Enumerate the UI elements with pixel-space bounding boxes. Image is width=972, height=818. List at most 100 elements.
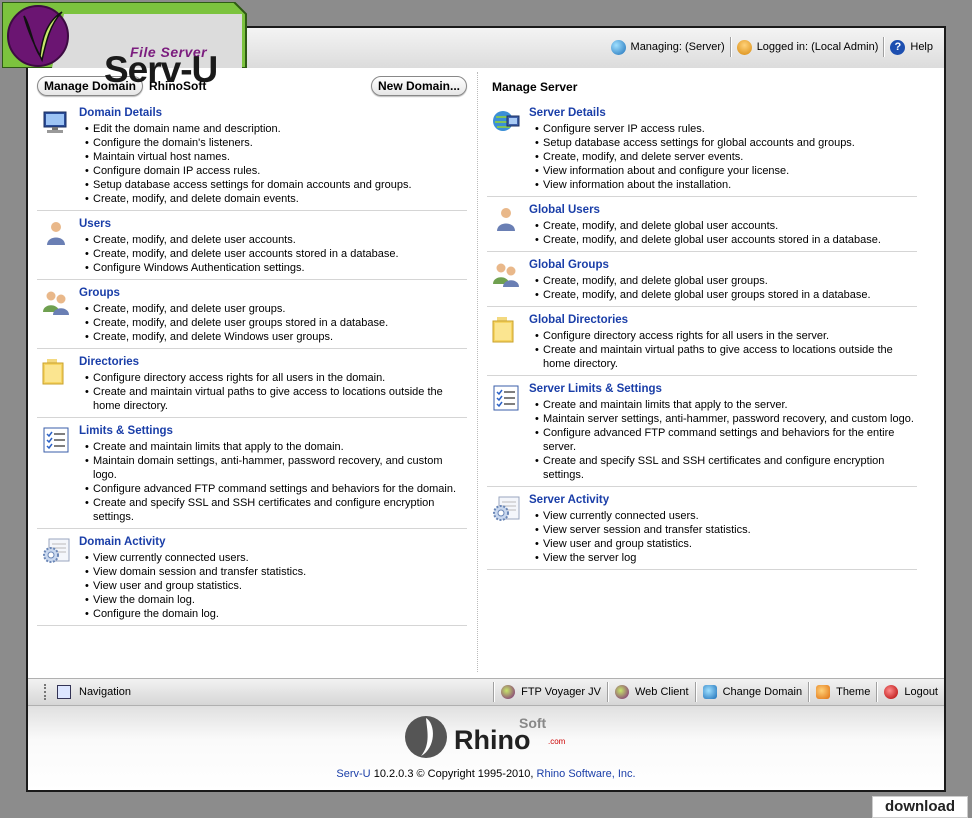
logged-in-link[interactable]: Logged in: (Local Admin) (732, 39, 884, 55)
section-bullet-item: Create, modify, and delete user groups s… (85, 316, 467, 330)
theme-icon (816, 685, 831, 699)
section-bullet-item: View the server log (535, 551, 917, 565)
section-bullet-item: Create, modify, and delete Windows user … (85, 330, 467, 344)
managing-label: Managing: (Server) (630, 41, 725, 53)
section-title-link[interactable]: Global Directories (529, 313, 917, 327)
copyright-text: 10.2.0.3 © Copyright 1995-2010, (370, 768, 537, 780)
gear-icon[interactable] (41, 537, 71, 565)
user-icon[interactable] (41, 219, 71, 247)
section-bullet-item: Configure server IP access rules. (535, 122, 917, 136)
section-server-limits-and-settings: Server Limits & Settings Create and maint… (487, 376, 917, 487)
section-bullet-item: Configure domain IP access rules. (85, 164, 467, 178)
section-title-link[interactable]: Directories (79, 355, 467, 369)
globe-icon (610, 39, 626, 55)
logout-link[interactable]: Logout (878, 685, 944, 699)
checklist-icon[interactable] (41, 426, 71, 454)
section-title-link[interactable]: Global Users (529, 203, 917, 217)
section-bullet-item: Configure advanced FTP command settings … (85, 482, 467, 496)
checklist-icon[interactable] (491, 384, 521, 412)
section-bullet-item: View information about and configure you… (535, 164, 917, 178)
section-bullet-list: Create, modify, and delete user accounts… (79, 233, 467, 275)
section-bullet-item: Configure directory access rights for al… (535, 329, 917, 343)
section-bullet-item: View server session and transfer statist… (535, 523, 917, 537)
section-title-link[interactable]: Users (79, 217, 467, 231)
domain-sections: Domain Details Edit the domain name and d… (37, 100, 467, 626)
download-watermark: download (872, 796, 968, 818)
web-client-label: Web Client (634, 686, 689, 698)
manage-server-column: Manage Server Server Details Configure se… (487, 68, 917, 570)
section-bullet-item: View user and group statistics. (85, 579, 467, 593)
new-domain-button[interactable]: New Domain... (370, 76, 467, 96)
section-title-link[interactable]: Server Details (529, 106, 917, 120)
section-server-activity: Server Activity View currently connected … (487, 487, 917, 570)
section-bullet-item: Edit the domain name and description. (85, 122, 467, 136)
power-icon (884, 685, 899, 699)
section-bullet-list: Create and maintain limits that apply to… (79, 440, 467, 524)
ftp-voyager-icon (501, 685, 516, 699)
change-domain-icon (702, 685, 717, 699)
folder-icon[interactable] (491, 315, 521, 343)
section-bullet-item: Create and maintain limits that apply to… (535, 398, 917, 412)
section-bullet-item: View currently connected users. (535, 509, 917, 523)
section-bullet-list: Create, modify, and delete user groups.C… (79, 302, 467, 344)
app-window: Managing: (Server) Logged in: (Local Adm… (2, 2, 946, 792)
folder-icon[interactable] (41, 357, 71, 385)
section-domain-activity: Domain Activity View currently connected … (37, 529, 467, 626)
section-domain-details: Domain Details Edit the domain name and d… (37, 100, 467, 211)
section-title-link[interactable]: Server Limits & Settings (529, 382, 917, 396)
section-title-link[interactable]: Global Groups (529, 258, 917, 272)
footer: Rhino Soft .com Serv-U 10.2.0.3 © Copyri… (28, 706, 944, 790)
section-bullet-item: View currently connected users. (85, 551, 467, 565)
section-global-users: Global Users Create, modify, and delete g… (487, 197, 917, 252)
section-bullet-list: Create, modify, and delete global user a… (529, 219, 917, 247)
navigation-toggle[interactable]: Navigation (28, 684, 493, 700)
navigation-bar: Navigation FTP Voyager JV Web Client Cha… (28, 678, 944, 706)
main-content: Manage Domain RhinoSoft New Domain... Do… (28, 68, 944, 678)
group-icon[interactable] (41, 288, 71, 316)
web-client-link[interactable]: Web Client (609, 685, 695, 699)
column-divider (477, 72, 478, 672)
user-icon[interactable] (491, 205, 521, 233)
theme-link[interactable]: Theme (810, 685, 876, 699)
group-icon[interactable] (491, 260, 521, 288)
section-bullet-item: View domain session and transfer statist… (85, 565, 467, 579)
section-title-link[interactable]: Domain Details (79, 106, 467, 120)
monitor-icon[interactable] (41, 108, 71, 136)
change-domain-label: Change Domain (722, 686, 803, 698)
change-domain-link[interactable]: Change Domain (697, 685, 809, 699)
product-link[interactable]: Serv-U (336, 768, 370, 780)
manage-domain-column: Manage Domain RhinoSoft New Domain... Do… (37, 68, 467, 626)
section-title-link[interactable]: Server Activity (529, 493, 917, 507)
section-bullet-item: Create, modify, and delete global user g… (535, 274, 917, 288)
section-bullet-item: Configure directory access rights for al… (85, 371, 467, 385)
section-bullet-item: Create and maintain limits that apply to… (85, 440, 467, 454)
section-title-link[interactable]: Groups (79, 286, 467, 300)
section-bullet-list: View currently connected users.View serv… (529, 509, 917, 565)
section-title-link[interactable]: Domain Activity (79, 535, 467, 549)
section-server-details: Server Details Configure server IP access… (487, 100, 917, 197)
server-icon[interactable] (491, 108, 521, 136)
ftp-voyager-link[interactable]: FTP Voyager JV (495, 685, 607, 699)
section-title-link[interactable]: Limits & Settings (79, 424, 467, 438)
svg-text:.com: .com (548, 737, 566, 746)
managing-link[interactable]: Managing: (Server) (606, 39, 730, 55)
ftp-voyager-label: FTP Voyager JV (521, 686, 601, 698)
section-bullet-item: Create and specify SSL and SSH certifica… (535, 454, 917, 482)
section-bullet-list: View currently connected users.View doma… (79, 551, 467, 621)
section-bullet-item: Maintain domain settings, anti-hammer, p… (85, 454, 467, 482)
section-bullet-item: Create, modify, and delete global user g… (535, 288, 917, 302)
section-bullet-list: Configure directory access rights for al… (529, 329, 917, 371)
help-link[interactable]: ? Help (885, 39, 938, 55)
grip-icon (44, 684, 49, 700)
rhinosoft-logo: Rhino Soft .com (405, 715, 566, 758)
help-label: Help (910, 41, 933, 53)
section-bullet-item: Create, modify, and delete user groups. (85, 302, 467, 316)
section-bullet-item: Create and maintain virtual paths to giv… (85, 385, 467, 413)
section-bullet-item: Create, modify, and delete server events… (535, 150, 917, 164)
gear-icon[interactable] (491, 495, 521, 523)
company-link[interactable]: Rhino Software, Inc. (537, 768, 636, 780)
section-bullet-item: Create, modify, and delete global user a… (535, 233, 917, 247)
section-bullet-item: Configure the domain log. (85, 607, 467, 621)
copyright-line: Serv-U 10.2.0.3 © Copyright 1995-2010, R… (28, 768, 944, 780)
section-global-groups: Global Groups Create, modify, and delete … (487, 252, 917, 307)
